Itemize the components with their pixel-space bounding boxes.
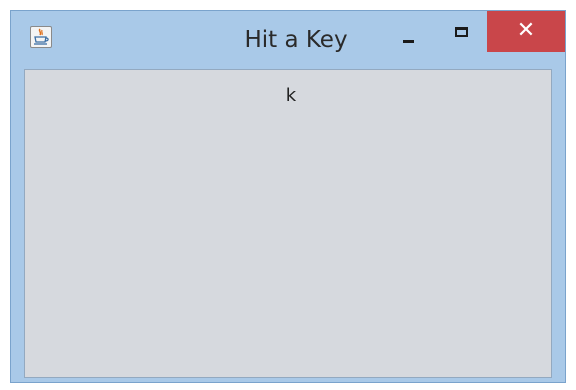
app-window: Hit a Key ✕ k bbox=[10, 10, 566, 383]
java-coffee-cup-icon[interactable] bbox=[30, 26, 52, 48]
minimize-button[interactable] bbox=[394, 25, 422, 53]
content-panel: k bbox=[24, 69, 552, 378]
window-title: Hit a Key bbox=[244, 27, 348, 53]
minimize-icon bbox=[403, 40, 414, 43]
close-button[interactable]: ✕ bbox=[487, 11, 565, 52]
close-icon: ✕ bbox=[516, 18, 536, 43]
title-bar[interactable]: Hit a Key ✕ bbox=[11, 11, 565, 69]
maximize-button[interactable] bbox=[448, 22, 476, 50]
maximize-icon bbox=[455, 27, 468, 37]
key-label: k bbox=[285, 85, 297, 106]
